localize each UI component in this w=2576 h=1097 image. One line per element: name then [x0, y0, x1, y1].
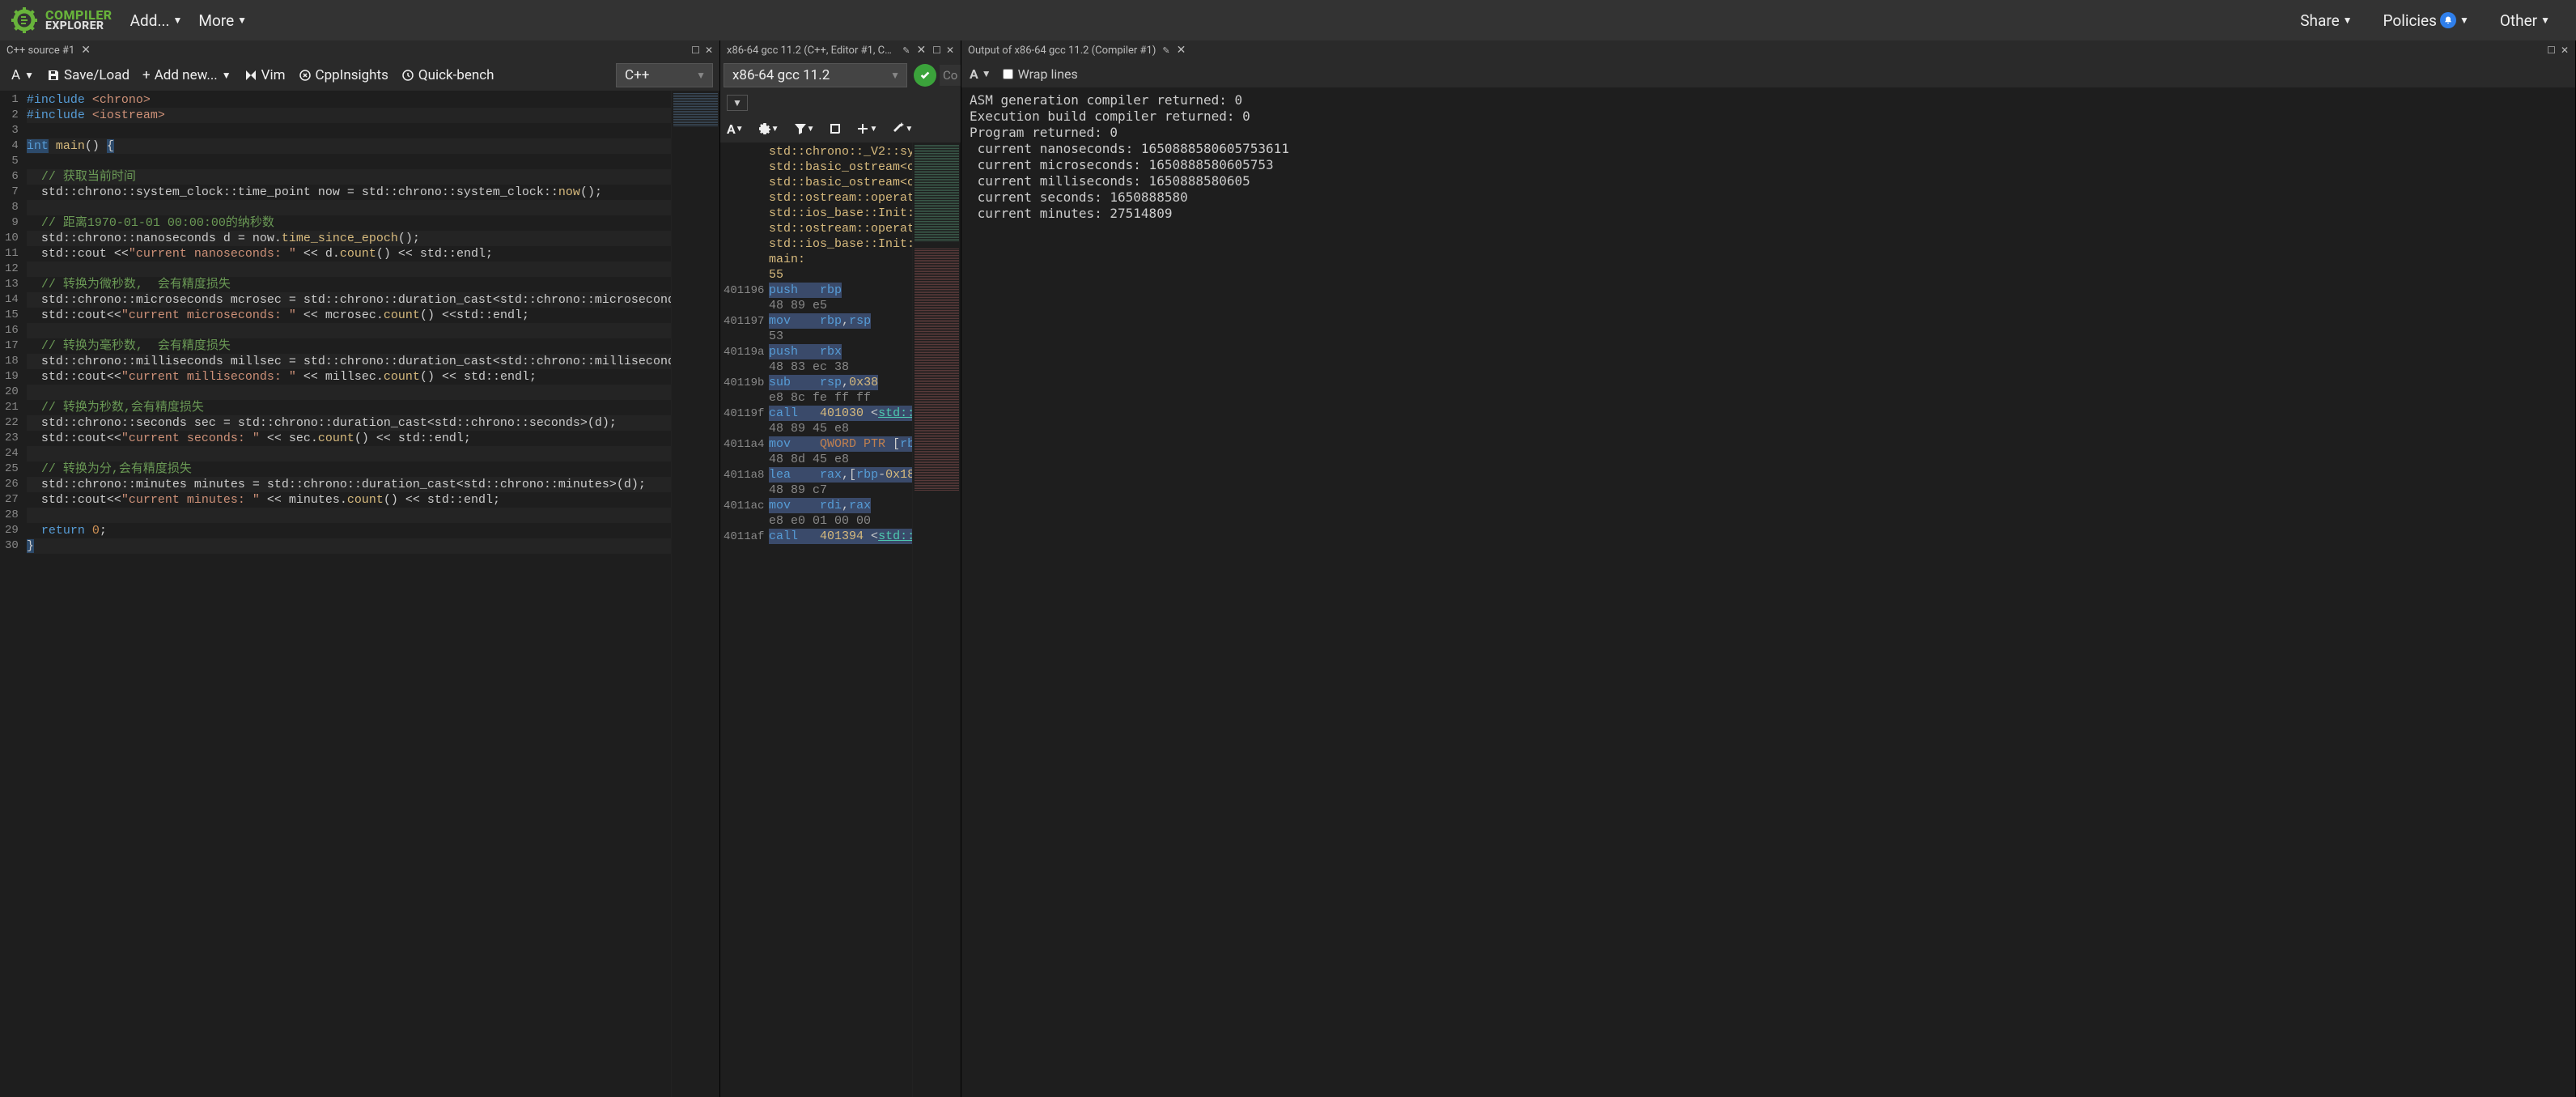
caret-icon: ▼	[982, 68, 991, 79]
caret-icon: ▼	[2343, 15, 2353, 26]
caret-icon: ▼	[2540, 15, 2550, 26]
output-tab-title: Output of x86-64 gcc 11.2 (Compiler #1)	[968, 45, 1156, 57]
compiler-select[interactable]: x86-64 gcc 11.2▼	[724, 63, 907, 87]
font-button[interactable]: A▼	[6, 64, 39, 87]
bell-icon	[2440, 12, 2456, 28]
quickbench-icon	[401, 69, 414, 82]
caret-icon: ▼	[24, 70, 34, 81]
asm-pane: x86-64 gcc 11.2 (C++, Editor #1, Compile…	[720, 40, 961, 1097]
wand-icon[interactable]: ▼	[892, 122, 913, 135]
maximize-icon[interactable]: ☐	[691, 45, 700, 56]
add-new-button[interactable]: +Add new...▼	[138, 64, 236, 87]
output-body[interactable]: ASM generation compiler returned: 0Execu…	[961, 87, 2575, 1097]
font-button[interactable]: A▼	[727, 121, 744, 137]
cppinsights-button[interactable]: CppInsights	[294, 64, 393, 87]
logo-text: COMPILER EXPLORER	[45, 9, 112, 32]
editor-tab-title: C++ source #1	[6, 45, 74, 57]
asm-lines[interactable]: std::chrono::_V2::syststd::basic_ostream…	[720, 142, 912, 1097]
caret-icon: ▼	[2459, 15, 2469, 26]
output-toolbar: A▼ Wrap lines	[961, 60, 2575, 87]
gear-icon[interactable]: ▼	[758, 122, 779, 135]
cppinsights-icon	[299, 69, 312, 82]
nav-other[interactable]: Other▼	[2500, 11, 2550, 30]
caret-icon: ▼	[732, 97, 742, 108]
close-icon[interactable]: ✕	[916, 44, 926, 57]
book-icon[interactable]	[829, 122, 842, 135]
close-icon[interactable]: ✕	[81, 44, 91, 57]
close-pane-icon[interactable]: ✕	[946, 45, 954, 56]
nav-more[interactable]: More▼	[198, 11, 247, 30]
editor-tab[interactable]: C++ source #1 ✕ ☐ ✕	[0, 40, 719, 60]
caret-icon: ▼	[237, 15, 247, 26]
plus-icon: +	[142, 67, 151, 83]
code-lines[interactable]: #include <chrono>#include <iostream>int …	[27, 91, 671, 1097]
save-icon	[47, 69, 60, 82]
editor-toolbar: A▼ Save/Load +Add new...▼ Vim CppInsight…	[0, 60, 719, 91]
pencil-icon[interactable]: ✎	[902, 45, 910, 56]
output-pane: Output of x86-64 gcc 11.2 (Compiler #1) …	[961, 40, 2576, 1097]
close-icon[interactable]: ✕	[1177, 44, 1186, 57]
nav-share[interactable]: Share▼	[2300, 11, 2352, 30]
top-nav: COMPILER EXPLORER Add...▼ More▼ Share▼ P…	[0, 0, 2576, 40]
vim-button[interactable]: Vim	[240, 64, 291, 87]
quickbench-button[interactable]: Quick-bench	[397, 64, 499, 87]
status-ok-icon	[914, 64, 936, 87]
output-tab[interactable]: Output of x86-64 gcc 11.2 (Compiler #1) …	[961, 40, 2575, 60]
compiler-options-input[interactable]: Co	[940, 65, 961, 86]
logo-icon	[10, 6, 39, 35]
caret-icon: ▼	[173, 15, 183, 26]
logo[interactable]: COMPILER EXPLORER	[10, 6, 112, 35]
close-pane-icon[interactable]: ✕	[2561, 45, 2569, 56]
close-pane-icon[interactable]: ✕	[705, 45, 713, 56]
maximize-icon[interactable]: ☐	[2547, 45, 2556, 56]
asm-subtoolbar2: A▼ ▼ ▼ ▼ ▼	[720, 115, 961, 142]
language-select[interactable]: C++▼	[616, 63, 713, 87]
asm-minimap[interactable]	[912, 142, 961, 1097]
asm-header: x86-64 gcc 11.2▼ Co	[720, 60, 961, 91]
asm-tab-title: x86-64 gcc 11.2 (C++, Editor #1, Compile…	[727, 45, 896, 57]
editor-code[interactable]: 1234567891011121314151617181920212223242…	[0, 91, 719, 1097]
add-icon[interactable]: ▼	[856, 122, 877, 135]
font-button[interactable]: A▼	[970, 66, 991, 82]
panes: C++ source #1 ✕ ☐ ✕ A▼ Save/Load +Add ne…	[0, 40, 2576, 1097]
chevron-down-icon: ▼	[890, 70, 900, 81]
logo-line2: EXPLORER	[45, 21, 112, 32]
line-gutter: 1234567891011121314151617181920212223242…	[0, 91, 27, 1097]
maximize-icon[interactable]: ☐	[932, 45, 941, 56]
vim-icon	[244, 69, 257, 82]
minimap[interactable]	[671, 91, 719, 1097]
nav-add[interactable]: Add...▼	[130, 11, 183, 30]
pencil-icon[interactable]: ✎	[1162, 45, 1169, 56]
filter-icon[interactable]: ▼	[794, 122, 815, 135]
nav-policies[interactable]: Policies ▼	[2383, 11, 2469, 30]
asm-code[interactable]: std::chrono::_V2::syststd::basic_ostream…	[720, 142, 961, 1097]
asm-tab[interactable]: x86-64 gcc 11.2 (C++, Editor #1, Compile…	[720, 40, 961, 60]
wrap-checkbox-input[interactable]	[1003, 69, 1013, 79]
caret-icon: ▼	[222, 70, 231, 81]
wrap-lines-checkbox[interactable]: Wrap lines	[1003, 66, 1078, 82]
asm-subtoolbar1: ▼	[720, 91, 961, 115]
chevron-down-icon: ▼	[696, 70, 706, 81]
save-load-button[interactable]: Save/Load	[42, 64, 134, 87]
editor-pane: C++ source #1 ✕ ☐ ✕ A▼ Save/Load +Add ne…	[0, 40, 720, 1097]
asm-dropdown[interactable]: ▼	[727, 95, 748, 111]
